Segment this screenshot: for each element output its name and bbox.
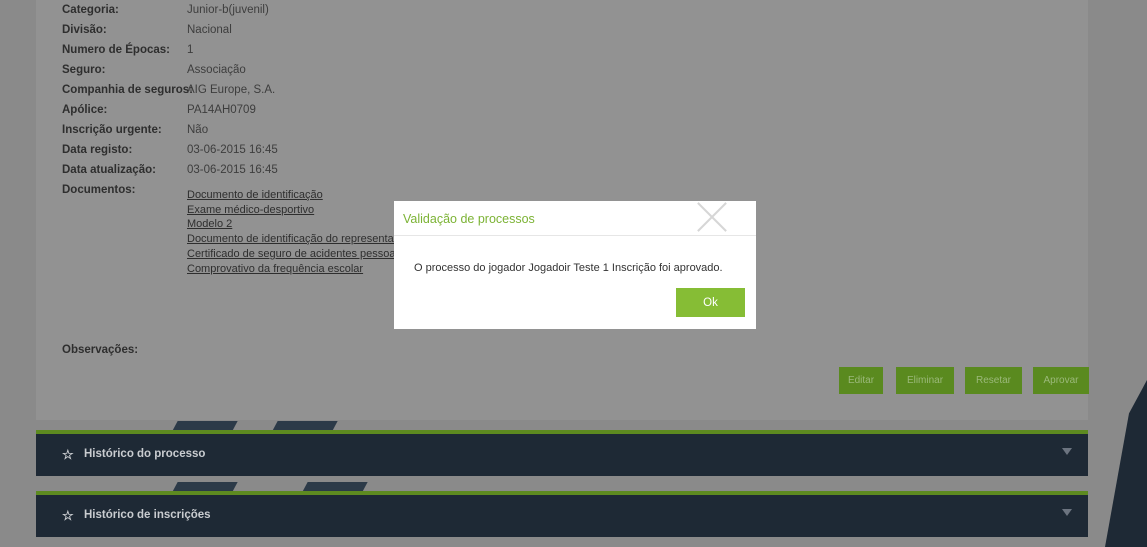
documents-list: Documento de identificação Exame médico-… [187,188,403,276]
section-history-process[interactable]: ☆ Histórico do processo [36,430,1088,476]
detail-value: 03-06-2015 16:45 [187,144,278,156]
modal-title: Validação de processos [403,212,535,226]
documents-label: Documentos: [62,184,136,196]
detail-value: Associação [187,64,246,76]
section-title: Histórico do processo [84,448,206,460]
detail-value: 03-06-2015 16:45 [187,164,278,176]
observations-label: Observações: [62,344,139,356]
detail-label: Numero de Épocas: [62,44,170,56]
detail-label: Categoria: [62,4,119,16]
delete-button[interactable]: Eliminar [896,367,954,394]
detail-value: Junior-b(juvenil) [187,4,269,16]
detail-label: Data registo: [62,144,133,156]
document-link[interactable]: Certificado de seguro de acidentes pesso… [187,247,403,262]
detail-value: Nacional [187,24,232,36]
detail-value: 1 [187,44,194,56]
detail-label: Data atualização: [62,164,156,176]
ok-button[interactable]: Ok [676,288,745,317]
approve-button[interactable]: Aprovar [1033,367,1089,394]
detail-label: Seguro: [62,64,106,76]
document-link[interactable]: Exame médico-desportivo [187,203,403,218]
detail-label: Inscrição urgente: [62,124,162,136]
document-link[interactable]: Documento de identificação do representa… [187,232,403,247]
chevron-down-icon[interactable] [1062,509,1072,516]
document-link[interactable]: Modelo 2 [187,217,403,232]
document-link[interactable]: Documento de identificação [187,188,403,203]
validation-modal: Validação de processos O processo do jog… [394,201,756,329]
detail-label: Companhia de seguros: [62,84,193,96]
decorative-corner [1105,380,1147,547]
detail-value: Não [187,124,209,136]
detail-value: PA14AH0709 [187,104,256,116]
edit-button[interactable]: Editar [839,367,883,394]
star-icon: ☆ [62,447,74,462]
modal-message: O processo do jogador Jogadoir Teste 1 I… [414,262,723,274]
close-icon[interactable] [694,197,730,233]
document-link[interactable]: Comprovativo da frequência escolar [187,262,403,277]
section-history-registrations[interactable]: ☆ Histórico de inscrições [36,491,1088,537]
modal-divider [394,235,756,236]
detail-label: Divisão: [62,24,107,36]
chevron-down-icon[interactable] [1062,448,1072,455]
detail-label: Apólice: [62,104,108,116]
reset-button[interactable]: Resetar [965,367,1022,394]
star-icon: ☆ [62,508,74,523]
section-title: Histórico de inscrições [84,509,211,521]
detail-value: AIG Europe, S.A. [187,84,276,96]
